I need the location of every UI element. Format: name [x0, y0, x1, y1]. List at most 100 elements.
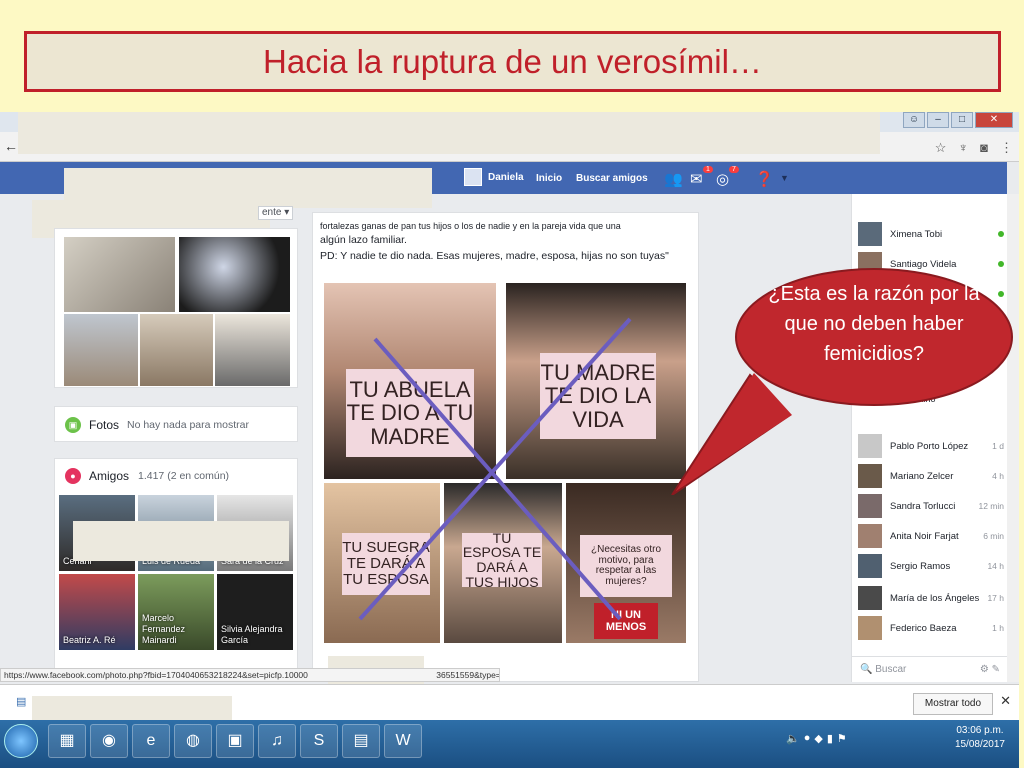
- avatar: [858, 586, 882, 610]
- notifications-badge: 7: [729, 166, 739, 173]
- photo-thumbnail[interactable]: [215, 314, 290, 386]
- chat-contact-name: Federico Baeza: [890, 622, 957, 634]
- redaction-box: [73, 521, 289, 561]
- close-icon[interactable]: ✕: [1000, 693, 1011, 709]
- clock[interactable]: 03:06 p.m. 15/08/2017: [955, 724, 1005, 752]
- menu-icon[interactable]: ⋮: [1000, 140, 1013, 156]
- post-text-line-cut: fortalezas ganas de pan tus hijos o los …: [320, 222, 621, 231]
- globe-icon[interactable]: ◎: [716, 170, 729, 188]
- slide-title: Hacia la ruptura de un verosímil…: [24, 31, 1001, 92]
- user-icon[interactable]: ☺: [903, 112, 925, 128]
- volume-icon[interactable]: 🔈: [786, 732, 800, 745]
- settings-icon[interactable]: ⚙ ✎: [980, 664, 1000, 675]
- back-arrow-icon[interactable]: ←: [4, 138, 18, 154]
- ie-icon[interactable]: e: [132, 724, 170, 758]
- chevron-down-icon[interactable]: ▼: [780, 173, 789, 183]
- chat-contact[interactable]: Federico Baeza 1 h: [858, 616, 1004, 640]
- firefox-icon[interactable]: ◉: [90, 724, 128, 758]
- explorer-icon[interactable]: ▦: [48, 724, 86, 758]
- window-buttons: ☺ – □ ✕: [903, 112, 1013, 128]
- slide-title-text: Hacia la ruptura de un verosímil…: [263, 42, 762, 80]
- speech-bubble-text: ¿Esta es la razón por la que no deben ha…: [768, 283, 980, 365]
- file-icon[interactable]: ▤: [16, 695, 26, 708]
- photo-thumbnail[interactable]: [140, 314, 213, 386]
- app-icon[interactable]: ▤: [342, 724, 380, 758]
- chat-contact[interactable]: Sergio Ramos 14 h: [858, 554, 1004, 578]
- show-all-button[interactable]: Mostrar todo: [913, 693, 993, 715]
- profile-link[interactable]: Daniela: [464, 168, 524, 186]
- friends-section-icon: ●: [65, 468, 81, 484]
- bookmark-star-icon[interactable]: ☆: [935, 140, 947, 156]
- friends-title[interactable]: Amigos: [89, 469, 129, 483]
- friend-tile[interactable]: Silvia Alejandra García: [217, 574, 293, 650]
- friend-name: Marcelo Fernandez Mainardi: [142, 613, 186, 645]
- flag-icon[interactable]: ⚑: [837, 732, 847, 745]
- avatar: [858, 222, 882, 246]
- cross-mark: [358, 317, 632, 621]
- chat-contact-time: 6 min: [983, 531, 1004, 541]
- chat-contact-name: Sergio Ramos: [890, 560, 951, 572]
- maximize-button[interactable]: □: [951, 112, 973, 128]
- windows-taskbar: ▦ ◉ e ◍ ▣ ♫ S ▤ W 🔈 ● ◆ ▮ ⚑ 03:06 p.m. 1…: [0, 720, 1019, 768]
- close-window-button[interactable]: ✕: [975, 112, 1013, 128]
- chat-contact-time: 14 h: [987, 561, 1004, 571]
- chat-contact[interactable]: Anita Noir Farjat 6 min: [858, 524, 1004, 548]
- chat-contact[interactable]: Sandra Torlucci 12 min: [858, 494, 1004, 518]
- post-photo[interactable]: TU ABUELA TE DIO A TU MADRE TU MADRE TE …: [320, 279, 692, 651]
- chat-search[interactable]: 🔍 Buscar ⚙ ✎: [852, 656, 1008, 682]
- chat-contact[interactable]: María de los Ángeles 17 h: [858, 586, 1004, 610]
- chat-contact[interactable]: Ximena Tobi: [858, 222, 1004, 246]
- redaction-box: [18, 112, 880, 154]
- chat-contact-name: Sandra Torlucci: [890, 500, 956, 512]
- post-text: fortalezas ganas de pan tus hijos o los …: [320, 222, 695, 264]
- friend-name: Silvia Alejandra García: [221, 624, 283, 645]
- clock-date: 15/08/2017: [954, 739, 1005, 750]
- status-url: https://www.facebook.com/photo.php?fbid=…: [4, 670, 308, 680]
- chat-contact-name: Anita Noir Farjat: [890, 530, 959, 542]
- avatar: [858, 524, 882, 548]
- chat-search-placeholder: Buscar: [875, 664, 907, 675]
- photo-thumbnail[interactable]: [179, 237, 290, 312]
- friend-tile[interactable]: Beatriz A. Ré: [59, 574, 135, 650]
- help-icon[interactable]: ❓: [755, 170, 774, 188]
- photos-section-card: ▣ Fotos No hay nada para mostrar: [54, 406, 298, 442]
- chat-contact-time: 1 h: [992, 623, 1004, 633]
- extension-icon[interactable]: ♆: [958, 140, 968, 156]
- photo-thumbnail[interactable]: [64, 314, 138, 386]
- photos-title[interactable]: Fotos: [89, 418, 119, 432]
- photos-grid-card: [54, 228, 298, 388]
- chat-contact-time: 12 min: [978, 501, 1004, 511]
- avatar: [858, 554, 882, 578]
- chrome-icon[interactable]: ◍: [174, 724, 212, 758]
- online-dot: [998, 231, 1004, 237]
- friends-icon[interactable]: 👥: [664, 170, 683, 188]
- skype-icon[interactable]: S: [300, 724, 338, 758]
- status-url-tail: 36551559&type=3: [436, 670, 500, 680]
- word-icon[interactable]: W: [384, 724, 422, 758]
- friend-tile[interactable]: Marcelo Fernandez Mainardi: [138, 574, 214, 650]
- spotify-icon[interactable]: ♫: [258, 724, 296, 758]
- avatar: [858, 494, 882, 518]
- avatar: [464, 168, 482, 186]
- nav-find-friends-link[interactable]: Buscar amigos: [576, 173, 648, 184]
- messages-icon[interactable]: ✉: [690, 170, 703, 188]
- app-icon[interactable]: ▣: [216, 724, 254, 758]
- network-icon[interactable]: ▮: [827, 732, 833, 745]
- start-button[interactable]: [4, 724, 38, 758]
- tray-icon[interactable]: ◆: [814, 732, 822, 745]
- nav-home-link[interactable]: Inicio: [536, 173, 562, 184]
- chat-contact-name: María de los Ángeles: [890, 592, 980, 604]
- system-tray: 🔈 ● ◆ ▮ ⚑: [786, 732, 847, 745]
- minimize-button[interactable]: –: [927, 112, 949, 128]
- friend-name: Beatriz A. Ré: [63, 635, 116, 645]
- avatar: [858, 616, 882, 640]
- friends-count: 1.417 (2 en común): [138, 470, 230, 482]
- photo-thumbnail[interactable]: [64, 237, 175, 312]
- friends-section-card: ● Amigos 1.417 (2 en común) Cenani Luis …: [54, 458, 298, 682]
- friend-status-dropdown[interactable]: ente ▾: [258, 206, 294, 220]
- status-url-bar: https://www.facebook.com/photo.php?fbid=…: [0, 668, 500, 682]
- extension-icon-2[interactable]: ◙: [980, 140, 988, 156]
- post-text-line: algún lazo familiar.: [320, 234, 407, 246]
- photos-icon: ▣: [65, 417, 81, 433]
- tray-icon[interactable]: ●: [804, 732, 811, 745]
